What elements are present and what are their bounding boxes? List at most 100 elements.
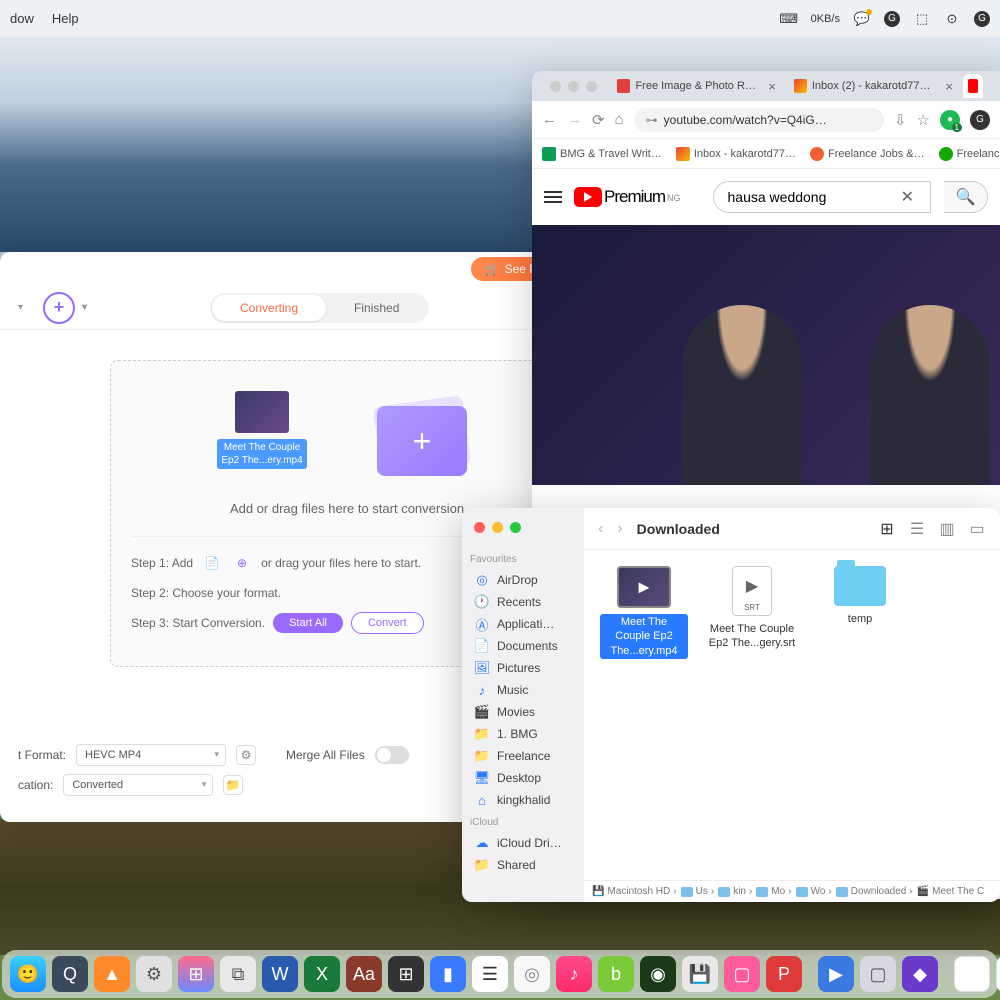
format-select[interactable]: HEVC MP4 <box>76 744 226 766</box>
finder-content[interactable]: Meet The Couple Ep2 The...ery.mp4 SRT Me… <box>584 550 1000 880</box>
sidebar-pictures[interactable]: 🖼Pictures <box>470 657 576 679</box>
path-seg-6[interactable]: 🎬Meet The C <box>917 886 985 897</box>
path-seg-2[interactable]: kin› <box>718 886 752 897</box>
add-circle-icon[interactable]: ⊕ <box>231 552 253 574</box>
extension-icon-2[interactable]: G <box>970 110 990 130</box>
site-settings-icon[interactable]: ⊶ <box>646 113 658 127</box>
tab-converting[interactable]: Converting <box>212 295 326 321</box>
keyboard-icon[interactable]: ⌨ <box>781 11 797 27</box>
add-file-button[interactable]: + <box>43 292 75 324</box>
sidebar-icloud-drive[interactable]: ☁iCloud Dri… <box>470 832 576 854</box>
dock-app-red[interactable]: P <box>766 956 802 992</box>
close-icon[interactable]: × <box>945 79 953 94</box>
dock-launchpad[interactable]: ⊞ <box>178 956 214 992</box>
add-doc-icon[interactable]: 📄 <box>201 552 223 574</box>
close-icon[interactable]: × <box>768 79 776 94</box>
dock-calculator[interactable]: ⊞ <box>388 956 424 992</box>
tray-icon-1[interactable]: ⬚ <box>914 11 930 27</box>
back-icon[interactable]: ← <box>542 111 557 128</box>
reload-icon[interactable]: ⟳ <box>592 111 605 129</box>
forward-icon[interactable]: › <box>617 520 622 538</box>
bookmark-3[interactable]: Freelance Jobs &… <box>810 147 925 161</box>
search-button[interactable]: 🔍 <box>944 181 988 213</box>
sidebar-airdrop[interactable]: ◎AirDrop <box>470 569 576 591</box>
location-select[interactable]: Converted <box>63 774 213 796</box>
path-seg-4[interactable]: Wo› <box>796 886 832 897</box>
browser-tab-3[interactable] <box>963 74 983 98</box>
sidebar-bmg[interactable]: 📁1. BMG <box>470 723 576 745</box>
toolbar-dropdown-1[interactable]: ▾ <box>18 302 23 313</box>
extension-icon-1[interactable]: ●1 <box>940 110 960 130</box>
dock-running-1[interactable]: ▶ <box>818 956 854 992</box>
sidebar-freelance[interactable]: 📁Freelance <box>470 745 576 767</box>
browser-tab-1[interactable]: Free Image & Photo Resiz × <box>609 74 784 99</box>
icon-view-icon[interactable]: ⊞ <box>878 522 896 536</box>
notification-icon[interactable]: 💬 <box>854 11 870 27</box>
tray-icon-2[interactable]: G <box>974 11 990 27</box>
dock-vlc[interactable]: ▲ <box>94 956 130 992</box>
dock-running-2[interactable]: ▢ <box>860 956 896 992</box>
bookmark-2[interactable]: Inbox - kakarotd77… <box>676 147 796 161</box>
star-icon[interactable]: ☆ <box>917 111 930 129</box>
menu-window[interactable]: dow <box>10 11 34 26</box>
file-srt[interactable]: SRT Meet The Couple Ep2 The...gery.srt <box>708 566 796 651</box>
dock-app-blue[interactable]: ▮ <box>430 956 466 992</box>
forward-icon[interactable]: → <box>567 111 582 128</box>
back-icon[interactable]: ‹ <box>598 520 603 538</box>
dock-dictionary[interactable]: Aa <box>346 956 382 992</box>
dock-running-3[interactable]: ◆ <box>902 956 938 992</box>
settings-icon[interactable]: ⚙ <box>236 745 256 765</box>
sidebar-desktop[interactable]: 🖥Desktop <box>470 767 576 789</box>
dock-excel[interactable]: X <box>304 956 340 992</box>
clear-icon[interactable]: ✕ <box>901 187 914 207</box>
sidebar-documents[interactable]: 📄Documents <box>470 635 576 657</box>
dock-diskutil[interactable]: 💾 <box>682 956 718 992</box>
install-icon[interactable]: ⇩ <box>894 111 907 129</box>
dock-app-pink[interactable]: ▢ <box>724 956 760 992</box>
dock-screenshot[interactable]: ⧉ <box>220 956 256 992</box>
dock-settings[interactable]: ⚙ <box>136 956 172 992</box>
tab-finished[interactable]: Finished <box>326 295 427 321</box>
start-all-button[interactable]: Start All <box>273 613 343 633</box>
finder-window-controls[interactable] <box>474 522 521 533</box>
dock-app-green2[interactable]: ◉ <box>640 956 676 992</box>
file-folder-temp[interactable]: temp <box>816 566 904 626</box>
path-seg-0[interactable]: 💾Macintosh HD› <box>592 886 677 897</box>
youtube-logo[interactable]: Premium NG <box>574 187 681 207</box>
open-folder-icon[interactable]: 📁 <box>223 775 243 795</box>
minimize-window-icon[interactable] <box>492 522 503 533</box>
bookmark-1[interactable]: BMG & Travel Writ… <box>542 147 662 161</box>
grammarly-icon[interactable]: G <box>884 11 900 27</box>
sidebar-music[interactable]: ♪Music <box>470 679 576 701</box>
path-seg-3[interactable]: Mo› <box>756 886 791 897</box>
dock-recent-2[interactable] <box>996 956 1000 992</box>
dock-recent-1[interactable] <box>954 956 990 992</box>
window-controls[interactable] <box>540 81 607 92</box>
gallery-view-icon[interactable]: ▭ <box>968 522 986 536</box>
convert-button[interactable]: Convert <box>351 612 424 634</box>
hamburger-icon[interactable] <box>544 191 562 203</box>
home-icon[interactable]: ⌂ <box>615 111 624 128</box>
queued-file[interactable]: Meet The Couple Ep2 The...ery.mp4 <box>217 391 307 469</box>
column-view-icon[interactable]: ▥ <box>938 522 956 536</box>
play-icon[interactable]: ⊙ <box>944 11 960 27</box>
sidebar-movies[interactable]: 🎬Movies <box>470 701 576 723</box>
sidebar-shared[interactable]: 📁Shared <box>470 854 576 876</box>
dock-music[interactable]: ♪ <box>556 956 592 992</box>
sidebar-recents[interactable]: 🕐Recents <box>470 591 576 613</box>
dock-finder[interactable]: 🙂 <box>10 956 46 992</box>
browser-tab-2[interactable]: Inbox (2) - kakarotd777@… × <box>786 74 961 99</box>
path-seg-1[interactable]: Us› <box>681 886 715 897</box>
file-video[interactable]: Meet The Couple Ep2 The...ery.mp4 <box>600 566 688 659</box>
url-input[interactable]: ⊶ youtube.com/watch?v=Q4iG… <box>634 108 884 132</box>
menu-help[interactable]: Help <box>52 11 79 26</box>
list-view-icon[interactable]: ☰ <box>908 522 926 536</box>
search-input[interactable] <box>713 181 931 213</box>
dock-reminders[interactable]: ☰ <box>472 956 508 992</box>
close-window-icon[interactable] <box>474 522 485 533</box>
sidebar-home[interactable]: ⌂kingkhalid <box>470 789 576 811</box>
path-seg-5[interactable]: Downloaded› <box>836 886 913 897</box>
bookmark-4[interactable]: Freelanc <box>939 147 1000 161</box>
dock-app-white[interactable]: ◎ <box>514 956 550 992</box>
dock-word[interactable]: W <box>262 956 298 992</box>
